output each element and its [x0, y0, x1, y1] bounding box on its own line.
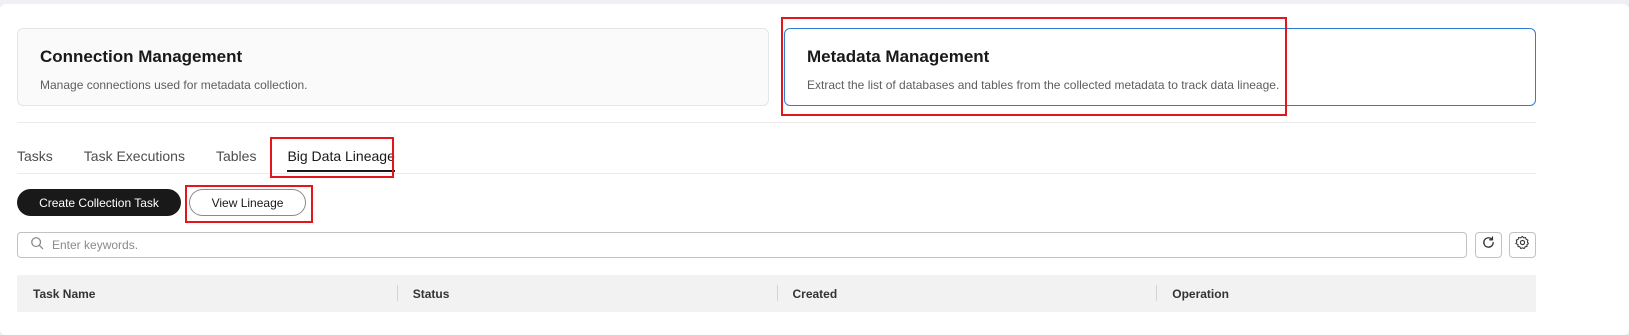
connection-management-card[interactable]: Connection Management Manage connections… — [17, 28, 769, 106]
refresh-button[interactable] — [1475, 232, 1502, 258]
card-title: Metadata Management — [807, 47, 990, 66]
card-description: Extract the list of databases and tables… — [807, 78, 1280, 92]
search-icon — [30, 236, 44, 255]
search-input[interactable] — [52, 238, 1466, 252]
column-header-task-name[interactable]: Task Name — [17, 287, 397, 301]
column-header-created[interactable]: Created — [776, 284, 1157, 301]
column-header-status[interactable]: Status — [396, 284, 777, 301]
tab-divider — [17, 173, 1536, 174]
tab-task-executions[interactable]: Task Executions — [84, 142, 185, 174]
tab-big-data-lineage[interactable]: Big Data Lineage — [287, 142, 396, 174]
view-lineage-button[interactable]: View Lineage — [189, 189, 306, 216]
column-header-operation: Operation — [1156, 284, 1536, 301]
refresh-icon — [1481, 235, 1496, 255]
table-header: Task Name Status Created Operation — [17, 275, 1536, 312]
settings-icon — [1515, 235, 1530, 255]
settings-button[interactable] — [1509, 232, 1536, 258]
card-title: Connection Management — [40, 47, 243, 66]
create-collection-task-button[interactable]: Create Collection Task — [17, 189, 181, 216]
tab-tasks[interactable]: Tasks — [17, 142, 53, 174]
tab-tables[interactable]: Tables — [216, 142, 256, 174]
card-description: Manage connections used for metadata col… — [40, 78, 308, 92]
search-bar — [17, 232, 1467, 258]
section-divider — [17, 122, 1536, 123]
metadata-management-card[interactable]: Metadata Management Extract the list of … — [784, 28, 1536, 106]
tab-bar: Tasks Task Executions Tables Big Data Li… — [17, 142, 426, 174]
